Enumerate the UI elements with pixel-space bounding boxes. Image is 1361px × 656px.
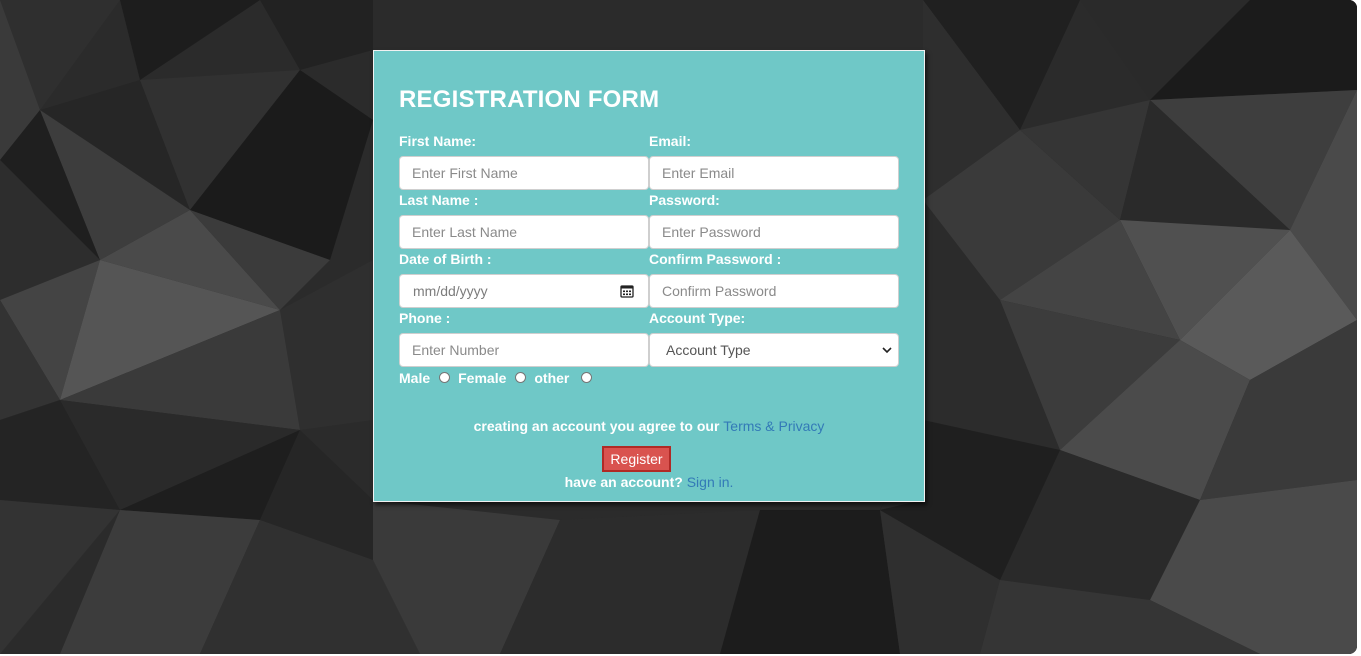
right-column: Email: Password: Confirm Password : Acco… xyxy=(649,131,899,367)
signin-link[interactable]: Sign in xyxy=(687,474,730,490)
terms-privacy-link[interactable]: Terms & Privacy xyxy=(723,418,824,434)
last-name-input[interactable] xyxy=(399,215,649,249)
last-name-group: Last Name : xyxy=(399,190,649,249)
page-background: REGISTRATION FORM First Name: Last Name … xyxy=(0,0,1357,654)
account-type-select[interactable]: Account Type xyxy=(649,333,899,367)
register-button[interactable]: Register xyxy=(602,446,671,472)
first-name-group: First Name: xyxy=(399,131,649,190)
calendar-icon[interactable] xyxy=(620,284,634,298)
email-input[interactable] xyxy=(649,156,899,190)
email-label: Email: xyxy=(649,133,692,149)
signin-row: have an account? Sign in. xyxy=(374,474,924,490)
terms-notice: creating an account you agree to our Ter… xyxy=(374,418,924,434)
have-account-text: have an account? xyxy=(564,474,683,490)
registration-card: REGISTRATION FORM First Name: Last Name … xyxy=(373,50,925,502)
gender-radio-male[interactable] xyxy=(439,371,451,383)
last-name-label: Last Name : xyxy=(399,192,479,208)
phone-group: Phone : xyxy=(399,308,649,367)
gender-radio-other[interactable] xyxy=(581,371,593,383)
left-column: First Name: Last Name : Date of Birth : … xyxy=(399,131,649,367)
chevron-down-icon xyxy=(882,347,892,354)
account-type-selected: Account Type xyxy=(666,342,751,358)
gender-row: Male Female other xyxy=(399,369,593,387)
email-group: Email: xyxy=(649,131,899,190)
password-input[interactable] xyxy=(649,215,899,249)
gender-label-male: Male xyxy=(399,370,431,386)
first-name-input[interactable] xyxy=(399,156,649,190)
form-title: REGISTRATION FORM xyxy=(399,86,660,113)
gender-label-other: other xyxy=(534,370,570,386)
dob-input[interactable]: mm/dd/yyyy xyxy=(399,274,649,308)
dob-group: Date of Birth : mm/dd/yyyy xyxy=(399,249,649,308)
gender-radio-female[interactable] xyxy=(515,371,527,383)
dob-placeholder: mm/dd/yyyy xyxy=(413,283,488,299)
confirm-password-input[interactable] xyxy=(649,274,899,308)
confirm-password-group: Confirm Password : xyxy=(649,249,899,308)
first-name-label: First Name: xyxy=(399,133,477,149)
signin-suffix: . xyxy=(729,474,734,490)
terms-notice-text: creating an account you agree to our xyxy=(473,418,720,434)
dob-label: Date of Birth : xyxy=(399,251,492,267)
account-type-label: Account Type: xyxy=(649,310,746,326)
confirm-password-label: Confirm Password : xyxy=(649,251,782,267)
password-label: Password: xyxy=(649,192,720,208)
phone-label: Phone : xyxy=(399,310,451,326)
password-group: Password: xyxy=(649,190,899,249)
gender-label-female: Female xyxy=(458,370,507,386)
account-type-group: Account Type: Account Type xyxy=(649,308,899,367)
phone-input[interactable] xyxy=(399,333,649,367)
